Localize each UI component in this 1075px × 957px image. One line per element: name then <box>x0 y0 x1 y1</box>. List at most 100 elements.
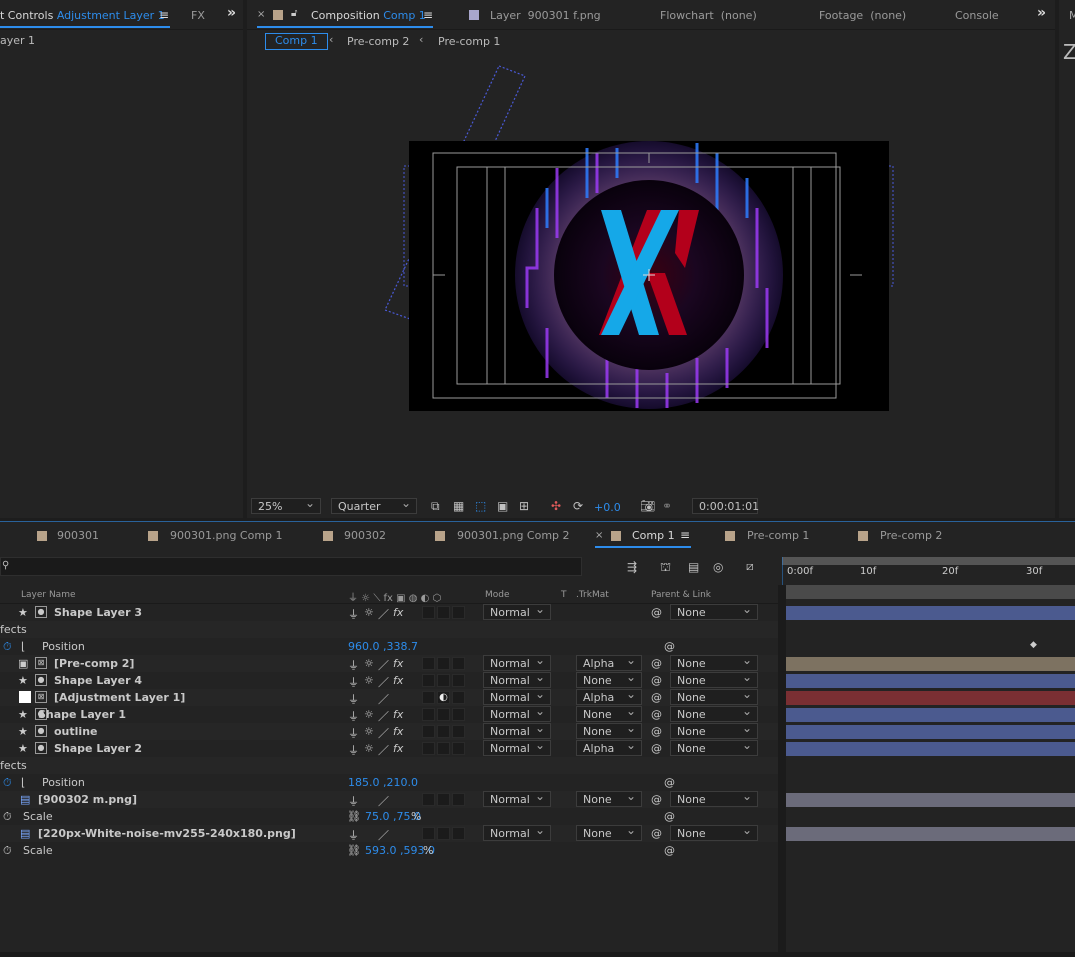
parent-dropdown[interactable]: None <box>670 721 758 739</box>
layer-row[interactable]: ★ ● Shape Layer 4 ⏚ ☼ ／ fx Normal None @ None <box>0 670 778 690</box>
collapse-switch-icon[interactable]: ☼ <box>364 708 374 721</box>
layer-duration-bar[interactable] <box>786 742 1075 756</box>
motion-blur-switch[interactable] <box>422 793 435 806</box>
trkmat-dropdown[interactable]: None <box>576 789 642 807</box>
parent-dropdown[interactable]: None <box>670 738 758 756</box>
stopwatch-icon[interactable]: ⏱ <box>3 640 12 654</box>
column-trkmat[interactable]: .TrkMat <box>576 590 609 600</box>
exposure-value[interactable]: +0.0 <box>594 501 621 514</box>
flowchart-tab[interactable]: Flowchart (none) <box>660 9 757 22</box>
quality-switch-icon[interactable]: ／ <box>378 725 389 741</box>
fx-tab[interactable]: FX <box>191 9 205 22</box>
quality-switch-icon[interactable]: ／ <box>378 708 389 724</box>
3d-switch[interactable] <box>452 674 465 687</box>
collapse-switch-icon[interactable]: ☼ <box>364 674 374 687</box>
layer-row[interactable]: ▣ ⊠ [Pre-comp 2] ⏚ ☼ ／ fx Normal Alpha @ None <box>0 653 778 673</box>
layer-duration-bar[interactable] <box>786 827 1075 841</box>
property-row[interactable]: ⏱ Scale ⛓ 593.0 ,593.0% @ <box>0 842 778 859</box>
motion-blur-switch[interactable] <box>422 742 435 755</box>
mode-dropdown[interactable]: Normal <box>483 687 551 705</box>
expression-pickwhip-icon[interactable]: @ <box>664 844 675 857</box>
effects-group-label[interactable]: fects <box>0 623 27 636</box>
adjustment-switch[interactable] <box>437 708 450 721</box>
layer-name[interactable]: [Pre-comp 2] <box>54 657 134 670</box>
layer-duration-bar[interactable] <box>786 657 1075 671</box>
parent-dropdown[interactable]: None <box>670 687 758 705</box>
trkmat-dropdown[interactable]: None <box>576 721 642 739</box>
graph-icon[interactable]: ⌊ <box>21 776 25 789</box>
layer-row[interactable]: ▤ [900302 m.png] ⏚ ／ Normal None @ None <box>0 789 778 809</box>
keyframe-icon[interactable]: ◆ <box>1030 640 1037 650</box>
time-ruler[interactable]: 0:00f 10f 20f 30f <box>782 565 1075 585</box>
motion-blur-switch[interactable] <box>422 674 435 687</box>
resolution-dropdown[interactable]: Quarter <box>331 496 417 514</box>
trkmat-dropdown[interactable]: Alpha <box>576 738 642 756</box>
constrain-proportions-icon[interactable]: ⛓ <box>347 810 361 823</box>
quality-switch-icon[interactable]: ／ <box>378 691 389 707</box>
parent-dropdown[interactable]: None <box>670 704 758 722</box>
mode-dropdown[interactable]: Normal <box>483 738 551 756</box>
column-t[interactable]: T <box>561 590 567 600</box>
3d-switch[interactable] <box>452 742 465 755</box>
parent-pickwhip-icon[interactable]: @ <box>651 725 662 738</box>
layer-name[interactable]: [220px-White-noise-mv255-240x180.png] <box>38 827 296 840</box>
grid-guides-icon[interactable]: ⊞ <box>519 500 529 512</box>
fx-switch-icon[interactable]: fx <box>393 657 403 670</box>
layer-row[interactable]: ★ ● outline ⏚ ☼ ／ fx Normal None @ None <box>0 721 778 741</box>
graph-editor-icon[interactable]: ⧄ <box>746 560 754 572</box>
motion-blur-switch[interactable] <box>422 725 435 738</box>
fx-switch-icon[interactable]: fx <box>393 725 403 738</box>
parent-pickwhip-icon[interactable]: @ <box>651 606 662 619</box>
timeline-tab-900301-comp1[interactable]: 900301.png Comp 1 <box>170 529 283 542</box>
expression-pickwhip-icon[interactable]: @ <box>664 776 675 789</box>
constrain-proportions-icon[interactable]: ⛓ <box>347 844 361 857</box>
lock-icon[interactable]: 🔓︎ <box>291 8 297 19</box>
work-area-range[interactable] <box>786 585 1075 599</box>
fx-switch-icon[interactable]: fx <box>393 606 403 619</box>
quality-switch-icon[interactable]: ／ <box>378 657 389 673</box>
3d-switch[interactable] <box>452 657 465 670</box>
adjustment-switch[interactable] <box>437 606 450 619</box>
3d-switch[interactable] <box>452 827 465 840</box>
timeline-tab-precomp2[interactable]: Pre-comp 2 <box>880 529 942 542</box>
quality-switch-icon[interactable]: ／ <box>378 793 389 809</box>
layer-name[interactable]: Shape Layer 1 <box>38 708 126 721</box>
quality-switch-icon[interactable]: ／ <box>378 674 389 690</box>
expression-pickwhip-icon[interactable]: @ <box>664 640 675 653</box>
graph-icon[interactable]: ⌊ <box>21 640 25 653</box>
parent-pickwhip-icon[interactable]: @ <box>651 691 662 704</box>
timeline-tab-900301-comp2[interactable]: 900301.png Comp 2 <box>457 529 570 542</box>
layer-search-input[interactable]: ⚲ <box>0 557 582 576</box>
mode-dropdown[interactable]: Normal <box>483 670 551 688</box>
timeline-tab-900301[interactable]: 900301 <box>57 529 99 542</box>
transparency-grid-icon[interactable]: ▦ <box>453 500 464 512</box>
mode-dropdown[interactable]: Normal <box>483 704 551 722</box>
3d-switch[interactable] <box>452 708 465 721</box>
stopwatch-icon[interactable]: ⏱ <box>3 844 12 858</box>
layer-name[interactable]: Shape Layer 2 <box>54 742 142 755</box>
adjustment-switch[interactable] <box>437 793 450 806</box>
fx-switch-icon[interactable]: fx <box>393 708 403 721</box>
console-tab[interactable]: Console <box>955 9 999 22</box>
shy-switch-icon[interactable]: ⏚ <box>348 708 359 724</box>
shy-switch-icon[interactable]: ⏚ <box>348 793 359 809</box>
reset-exposure-icon[interactable]: ⟳ <box>573 500 583 512</box>
shy-switch-icon[interactable]: ⏚ <box>348 657 359 673</box>
3d-switch[interactable] <box>452 606 465 619</box>
parent-dropdown[interactable]: None <box>670 670 758 688</box>
trkmat-dropdown[interactable]: Alpha <box>576 653 642 671</box>
snapshot-camera-icon[interactable]: 📷︎ <box>640 500 655 512</box>
trkmat-dropdown[interactable]: None <box>576 704 642 722</box>
breadcrumb-item-2[interactable]: Pre-comp 1 <box>438 35 500 48</box>
motion-blur-switch[interactable] <box>422 657 435 670</box>
layer-duration-bar[interactable] <box>786 606 1075 620</box>
trkmat-dropdown[interactable]: None <box>576 670 642 688</box>
panel-menu-icon[interactable]: ≡ <box>423 8 433 22</box>
motion-blur-switch[interactable] <box>422 606 435 619</box>
frame-blending-icon[interactable]: ▤ <box>688 561 699 573</box>
property-value[interactable]: 960.0 ,338.7 <box>348 640 418 653</box>
collapse-switch-icon[interactable]: ☼ <box>364 742 374 755</box>
layer-row[interactable]: ⊠ [Adjustment Layer 1] ⏚ ／ ◐ Normal Alpha @ None <box>0 687 778 707</box>
composition-canvas[interactable] <box>247 58 1055 488</box>
parent-pickwhip-icon[interactable]: @ <box>651 827 662 840</box>
